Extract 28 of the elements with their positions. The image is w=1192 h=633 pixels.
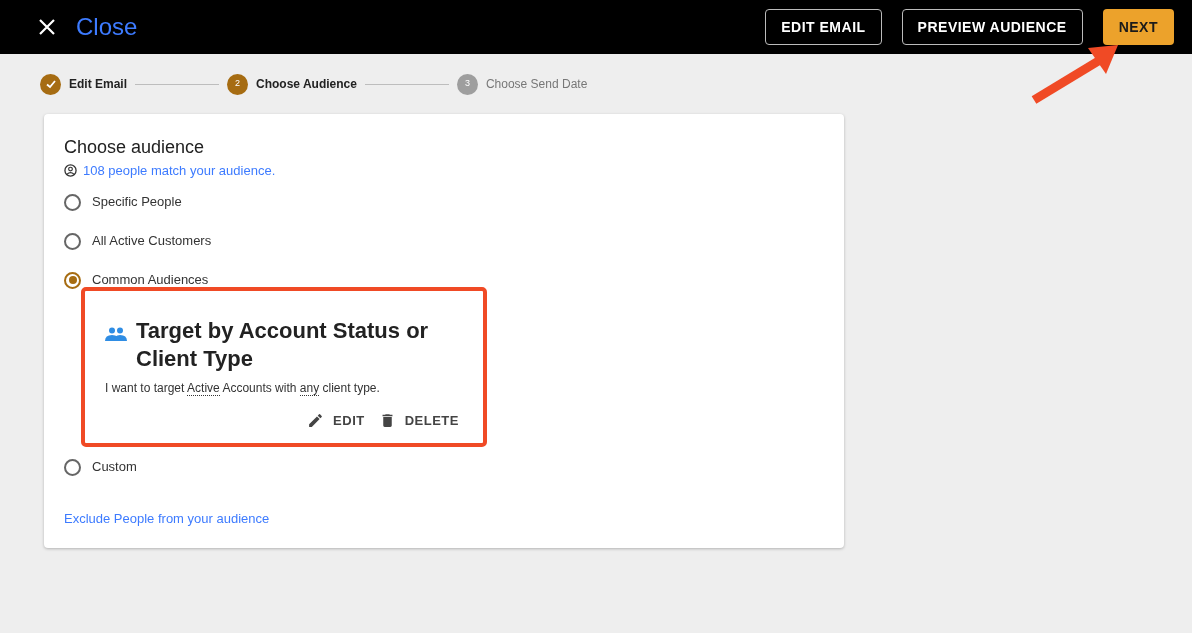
exclude-link[interactable]: Exclude People from your audience (64, 508, 270, 528)
radio-label: Custom (92, 458, 137, 477)
card-title: Choose audience (64, 136, 206, 158)
radio-label: Specific People (92, 193, 182, 212)
radio-button[interactable] (64, 232, 81, 250)
radio-label: Common Audiences (92, 271, 209, 290)
person-icon (64, 164, 77, 178)
close-icon[interactable] (38, 18, 56, 36)
step-indicator: 2 (227, 73, 248, 95)
radio-button[interactable] (64, 271, 81, 289)
radio-label: All Active Customers (92, 232, 212, 251)
step-label: Choose Audience (256, 76, 357, 93)
next-button[interactable]: NEXT (1102, 9, 1174, 45)
match-link[interactable]: 108 people match your audience. (83, 161, 276, 181)
step-label: Choose Send Date (485, 76, 588, 93)
people-icon (105, 326, 127, 341)
radio-button[interactable] (64, 458, 81, 476)
step-indicator: 3 (456, 73, 478, 95)
delete-button[interactable]: DELETE (378, 410, 459, 430)
radio-button[interactable] (64, 193, 81, 211)
close-link[interactable]: Close (76, 9, 138, 45)
step-label: Edit Email (69, 76, 127, 93)
header-button[interactable]: EDIT EMAIL (765, 9, 882, 45)
header-button[interactable]: PREVIEW AUDIENCE (901, 9, 1083, 45)
audience-title: Target by Account Status or Client Type (136, 316, 430, 373)
edit-button[interactable]: EDIT (307, 410, 365, 430)
audience-description: I want to target Active Accounts with any client type. (105, 379, 380, 397)
pencil-icon (307, 411, 325, 429)
